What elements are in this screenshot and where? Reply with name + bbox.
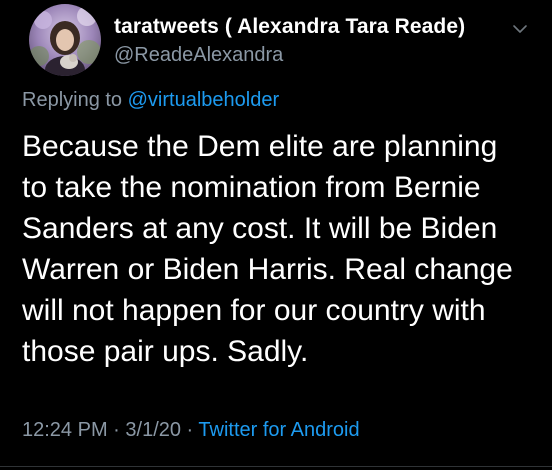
tweet-card[interactable]: taratweets ( Alexandra Tara Reade) @Read… bbox=[0, 0, 552, 470]
tweet-meta: 12:24 PM · 3/1/20 · Twitter for Android bbox=[22, 419, 360, 442]
chevron-down-icon[interactable] bbox=[511, 20, 529, 38]
profile-photo-icon bbox=[29, 4, 101, 76]
tweet-date[interactable]: 3/1/20 bbox=[125, 419, 181, 441]
replying-to: Replying to @virtualbeholder bbox=[22, 89, 279, 112]
tweet-text: Because the Dem elite are planning to ta… bbox=[22, 130, 513, 368]
author-handle[interactable]: @ReadeAlexandra bbox=[114, 44, 283, 67]
tweet-source-link[interactable]: Twitter for Android bbox=[198, 419, 359, 441]
avatar[interactable] bbox=[29, 4, 101, 76]
author-display-name[interactable]: taratweets ( Alexandra Tara Reade) bbox=[114, 15, 465, 39]
reply-mention-link[interactable]: @virtualbeholder bbox=[128, 89, 280, 111]
replying-to-label: Replying to bbox=[22, 89, 128, 111]
tweet-time[interactable]: 12:24 PM bbox=[22, 419, 108, 441]
divider bbox=[0, 466, 552, 467]
meta-separator: · bbox=[181, 419, 199, 441]
meta-separator: · bbox=[107, 419, 126, 441]
